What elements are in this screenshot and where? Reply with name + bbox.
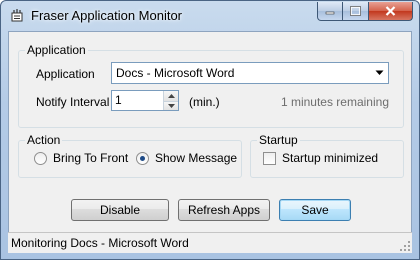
startup-minimized-checkbox[interactable]: Startup minimized: [263, 151, 378, 165]
startup-minimized-label: Startup minimized: [282, 151, 379, 165]
close-button[interactable]: [369, 2, 413, 21]
checkbox-icon: [263, 151, 276, 165]
triangle-up-icon: [167, 93, 175, 98]
caption-buttons: [317, 2, 413, 21]
remaining-time-label: 1 minutes remaining: [280, 95, 389, 109]
triangle-down-icon: [167, 103, 175, 108]
radio-show-message-label: Show Message: [155, 151, 238, 165]
status-text: Monitoring Docs - Microsoft Word: [11, 236, 189, 250]
maximize-button[interactable]: [343, 2, 369, 21]
startup-group-title: Startup: [257, 133, 300, 147]
action-group: Action Bring To Front Show Message: [18, 133, 242, 178]
app-icon: [11, 9, 23, 22]
interval-unit-label: (min.): [189, 95, 220, 109]
title-bar[interactable]: Fraser Application Monitor: [1, 1, 419, 31]
maximize-icon: [350, 6, 361, 16]
radio-bring-to-front[interactable]: Bring To Front: [34, 151, 128, 165]
application-select[interactable]: Docs - Microsoft Word: [111, 62, 389, 84]
close-icon: [385, 6, 396, 16]
window-title: Fraser Application Monitor: [31, 8, 183, 23]
minimize-icon: [325, 11, 335, 15]
status-bar: Monitoring Docs - Microsoft Word: [8, 232, 412, 253]
stepper-up-button[interactable]: [164, 91, 178, 101]
radio-bring-to-front-label: Bring To Front: [53, 151, 129, 165]
app-window: Fraser Application Monitor Application A…: [0, 0, 420, 260]
radio-circle-icon: [34, 151, 47, 165]
notify-interval-label: Notify Interval: [36, 95, 110, 109]
application-group: Application Application Docs - Microsoft…: [18, 43, 404, 128]
minimize-button[interactable]: [317, 2, 343, 21]
stepper-down-button[interactable]: [164, 100, 178, 110]
disable-button[interactable]: Disable: [71, 199, 169, 221]
save-button[interactable]: Save: [279, 199, 351, 221]
chevron-down-icon: [375, 70, 384, 75]
radio-show-message[interactable]: Show Message: [136, 151, 237, 165]
application-label: Application: [36, 67, 95, 81]
refresh-apps-button[interactable]: Refresh Apps: [178, 199, 270, 221]
action-group-title: Action: [25, 133, 63, 147]
radio-selected-icon: [136, 151, 149, 165]
application-select-value: Docs - Microsoft Word: [116, 66, 235, 80]
stepper-buttons: [163, 91, 178, 110]
resize-grip-icon[interactable]: [399, 240, 411, 252]
startup-group: Startup Startup minimized: [250, 133, 404, 178]
application-group-title: Application: [25, 43, 88, 57]
notify-interval-stepper[interactable]: 1: [111, 90, 179, 111]
notify-interval-value: 1: [115, 93, 122, 107]
client-area: Application Application Docs - Microsoft…: [8, 31, 412, 253]
